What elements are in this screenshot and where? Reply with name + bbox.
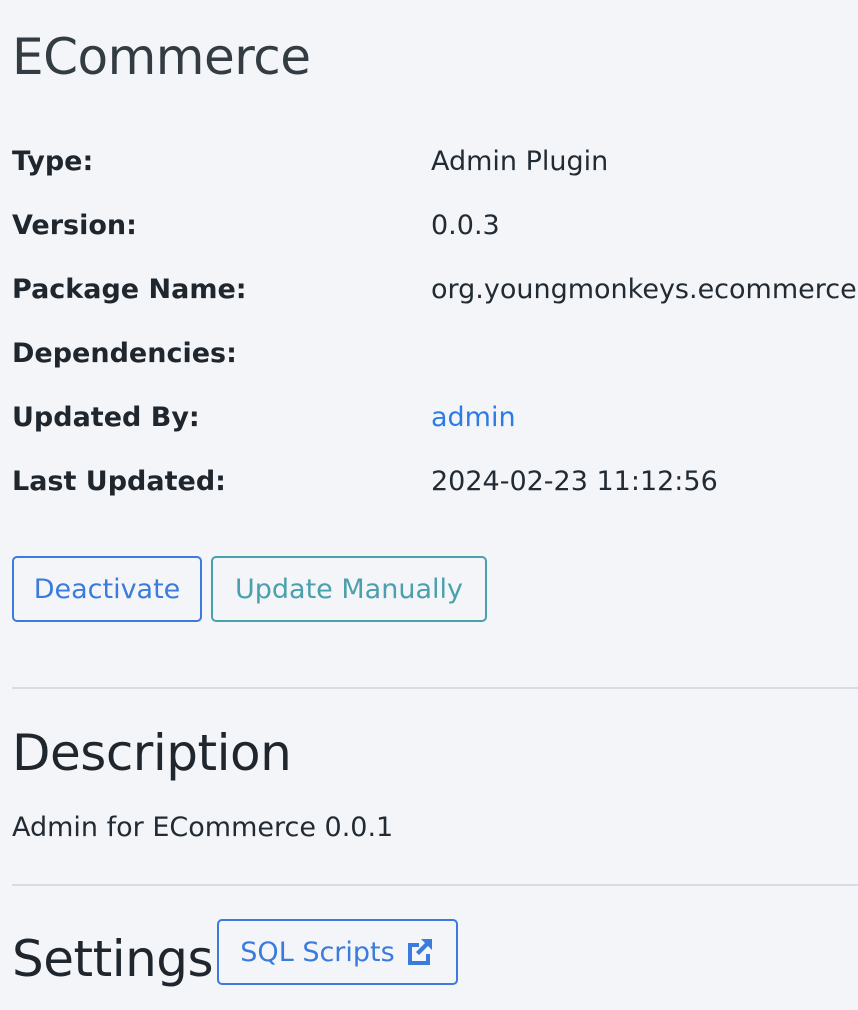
info-row-version: Version: 0.0.3: [12, 204, 858, 268]
sql-scripts-button[interactable]: SQL Scripts: [217, 919, 458, 985]
settings-title: Settings: [12, 930, 214, 988]
page-title: ECommerce: [12, 28, 311, 86]
deactivate-button[interactable]: Deactivate: [12, 556, 202, 622]
plugin-detail-page: ECommerce Type: Admin Plugin Version: 0.…: [0, 0, 858, 1010]
last-updated-value: 2024-02-23 11:12:56: [431, 466, 718, 497]
package-name-value: org.youngmonkeys.ecommerce: [431, 274, 857, 305]
dependencies-label: Dependencies:: [12, 338, 237, 369]
update-manually-button[interactable]: Update Manually: [211, 556, 487, 622]
version-value: 0.0.3: [431, 210, 500, 241]
section-divider: [12, 884, 858, 886]
info-row-last-updated: Last Updated: 2024-02-23 11:12:56: [12, 460, 858, 524]
description-title: Description: [12, 724, 292, 782]
type-value: Admin Plugin: [431, 146, 609, 177]
sql-scripts-label: SQL Scripts: [240, 936, 395, 968]
updated-by-link[interactable]: admin: [431, 402, 516, 433]
plugin-info-list: Type: Admin Plugin Version: 0.0.3 Packag…: [12, 140, 858, 524]
updated-by-label: Updated By:: [12, 402, 200, 433]
info-row-dependencies: Dependencies:: [12, 332, 858, 396]
info-row-type: Type: Admin Plugin: [12, 140, 858, 204]
external-link-icon: [403, 936, 435, 968]
package-name-label: Package Name:: [12, 274, 247, 305]
info-row-updated-by: Updated By: admin: [12, 396, 858, 460]
description-text: Admin for ECommerce 0.0.1: [12, 812, 394, 843]
section-divider: [12, 687, 858, 689]
info-row-package-name: Package Name: org.youngmonkeys.ecommerce: [12, 268, 858, 332]
type-label: Type:: [12, 146, 94, 177]
last-updated-label: Last Updated:: [12, 466, 226, 497]
version-label: Version:: [12, 210, 137, 241]
